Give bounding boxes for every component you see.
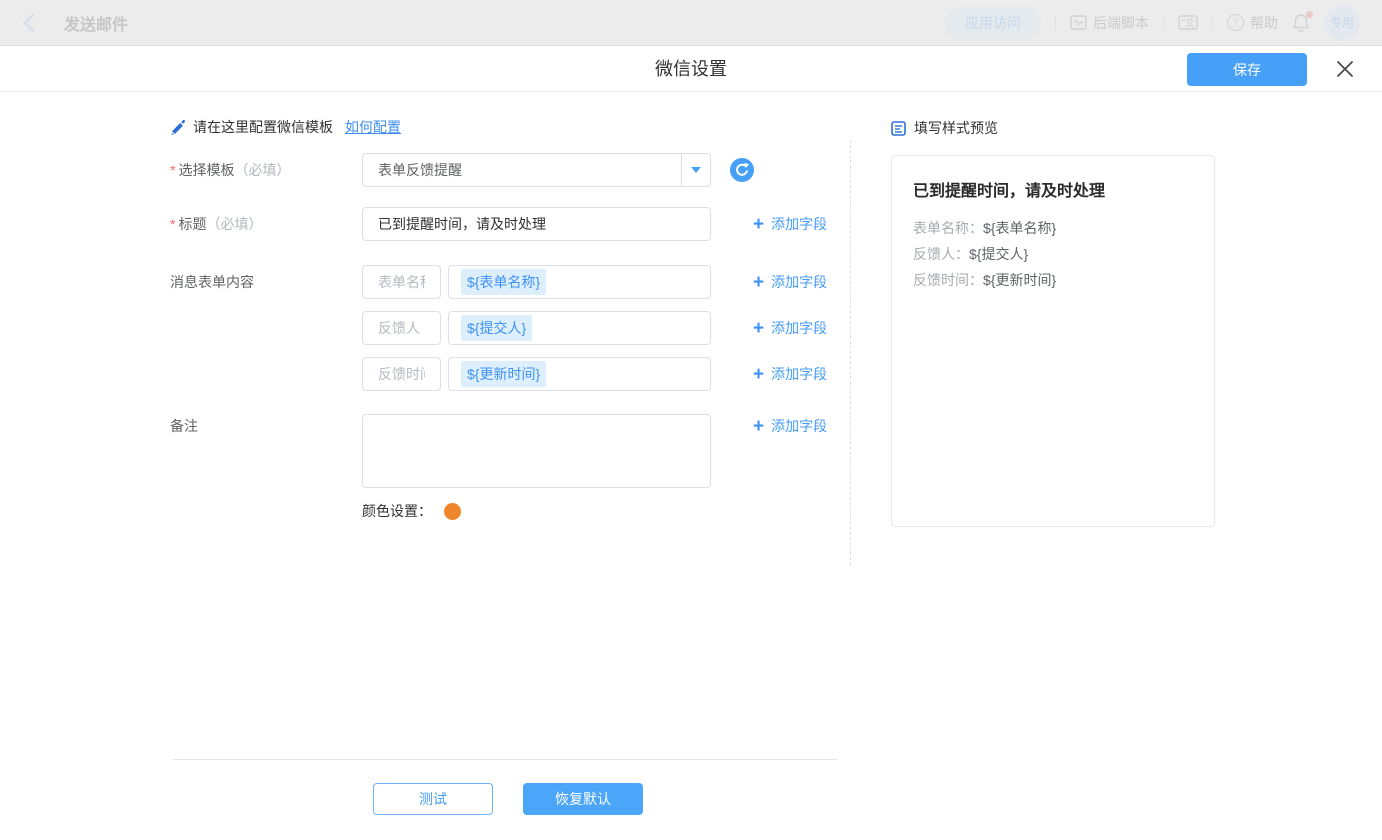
field-key-input[interactable] (362, 265, 441, 299)
preview-card: 已到提醒时间，请及时处理 表单名称：${表单名称} 反馈人：${提交人} 反馈时… (891, 155, 1215, 527)
title-input[interactable] (362, 207, 711, 241)
preview-line: 表单名称：${表单名称} (913, 215, 1193, 241)
remark-label: 备注 (170, 414, 362, 436)
id-card-button[interactable] (1178, 14, 1198, 31)
app-access-button[interactable]: 应用访问 (945, 7, 1041, 39)
id-card-icon (1178, 14, 1198, 31)
pencil-icon (170, 120, 185, 135)
help-label: 帮助 (1250, 13, 1278, 33)
restore-default-button[interactable]: 恢复默认 (523, 783, 643, 815)
backend-script-button[interactable]: 后端脚本 (1070, 13, 1149, 33)
preview-header: 填写样式预览 (891, 118, 998, 138)
dialog-title: 微信设置 (0, 46, 1382, 92)
field-value-input[interactable]: ${更新时间} (448, 357, 711, 391)
required-mark: * (170, 216, 175, 232)
plus-icon: + (753, 319, 764, 338)
variable-token: ${表单名称} (461, 269, 546, 295)
select-arrow-zone[interactable] (681, 154, 710, 186)
preview-line: 反馈时间：${更新时间} (913, 267, 1193, 293)
template-select-value: 表单反馈提醒 (363, 160, 681, 180)
question-circle-icon: ? (1227, 14, 1244, 31)
plus-icon: + (753, 273, 764, 292)
wechat-settings-dialog: 微信设置 保存 请在这里配置微信模板 如何配置 *选择模板（必填） 表单反馈提 (0, 46, 1382, 839)
plus-icon: + (753, 365, 764, 384)
avatar[interactable]: 专用 (1324, 5, 1360, 41)
topbar: 发送邮件 应用访问 后端脚本 (0, 0, 1382, 46)
close-icon (1335, 59, 1355, 79)
topbar-actions: 应用访问 后端脚本 ? 帮助 (945, 5, 1360, 41)
add-field-button[interactable]: + 添加字段 (753, 318, 827, 338)
refresh-button[interactable] (730, 158, 754, 182)
dialog-body: 请在这里配置微信模板 如何配置 *选择模板（必填） 表单反馈提醒 (0, 92, 1382, 839)
field-value-input[interactable]: ${提交人} (448, 311, 711, 345)
template-row: *选择模板（必填） 表单反馈提醒 (170, 153, 850, 187)
content-label: 消息表单内容 (170, 272, 362, 292)
chevron-down-icon (691, 167, 701, 173)
remark-row: 备注 + 添加字段 (170, 414, 850, 488)
add-field-button[interactable]: + 添加字段 (753, 214, 827, 234)
dialog-header: 微信设置 保存 (0, 46, 1382, 92)
test-button[interactable]: 测试 (373, 783, 493, 815)
required-mark: * (170, 162, 175, 178)
backend-script-label: 后端脚本 (1093, 13, 1149, 33)
back-button[interactable] (22, 13, 42, 33)
notifications-button[interactable] (1292, 13, 1310, 32)
title-row: *标题（必填） + 添加字段 (170, 207, 850, 241)
plus-icon: + (753, 215, 764, 234)
save-button[interactable]: 保存 (1187, 53, 1307, 86)
script-icon (1070, 14, 1087, 31)
preview-line: 反馈人：${提交人} (913, 241, 1193, 267)
add-field-button[interactable]: + 添加字段 (753, 364, 827, 384)
content-row: 消息表单内容 ${表单名称} + 添加字段 (170, 265, 850, 299)
add-field-button[interactable]: + 添加字段 (753, 272, 827, 292)
template-select[interactable]: 表单反馈提醒 (362, 153, 711, 187)
field-value-input[interactable]: ${表单名称} (448, 265, 711, 299)
how-to-configure-link[interactable]: 如何配置 (345, 117, 401, 137)
vertical-divider (850, 140, 851, 565)
color-swatch[interactable] (444, 503, 461, 520)
color-row: 颜色设置： (170, 503, 850, 519)
remark-textarea[interactable] (362, 414, 711, 488)
divider (1163, 15, 1164, 31)
variable-token: ${更新时间} (461, 361, 546, 387)
field-key-input[interactable] (362, 311, 441, 345)
hint-text: 请在这里配置微信模板 (193, 117, 333, 137)
preview-title: 已到提醒时间，请及时处理 (913, 177, 1193, 201)
variable-token: ${提交人} (461, 315, 532, 341)
content-row: ${更新时间} + 添加字段 (170, 357, 850, 391)
template-label: *选择模板（必填） (170, 160, 362, 180)
refresh-icon (730, 158, 754, 182)
color-setting-label: 颜色设置： (362, 501, 432, 521)
title-label: *标题（必填） (170, 214, 362, 234)
config-hint: 请在这里配置微信模板 如何配置 (170, 117, 401, 137)
divider (1055, 15, 1056, 31)
field-key-input[interactable] (362, 357, 441, 391)
preview-header-label: 填写样式预览 (914, 118, 998, 138)
document-icon (891, 121, 906, 136)
topbar-title: 发送邮件 (64, 11, 128, 35)
close-button[interactable] (1335, 59, 1355, 79)
help-button[interactable]: ? 帮助 (1227, 13, 1278, 33)
plus-icon: + (753, 417, 764, 436)
notification-dot (1306, 11, 1313, 18)
footer-divider (173, 759, 837, 760)
chevron-left-icon (22, 13, 36, 33)
add-field-button[interactable]: + 添加字段 (753, 416, 827, 436)
content-row: ${提交人} + 添加字段 (170, 311, 850, 345)
divider (1212, 15, 1213, 31)
